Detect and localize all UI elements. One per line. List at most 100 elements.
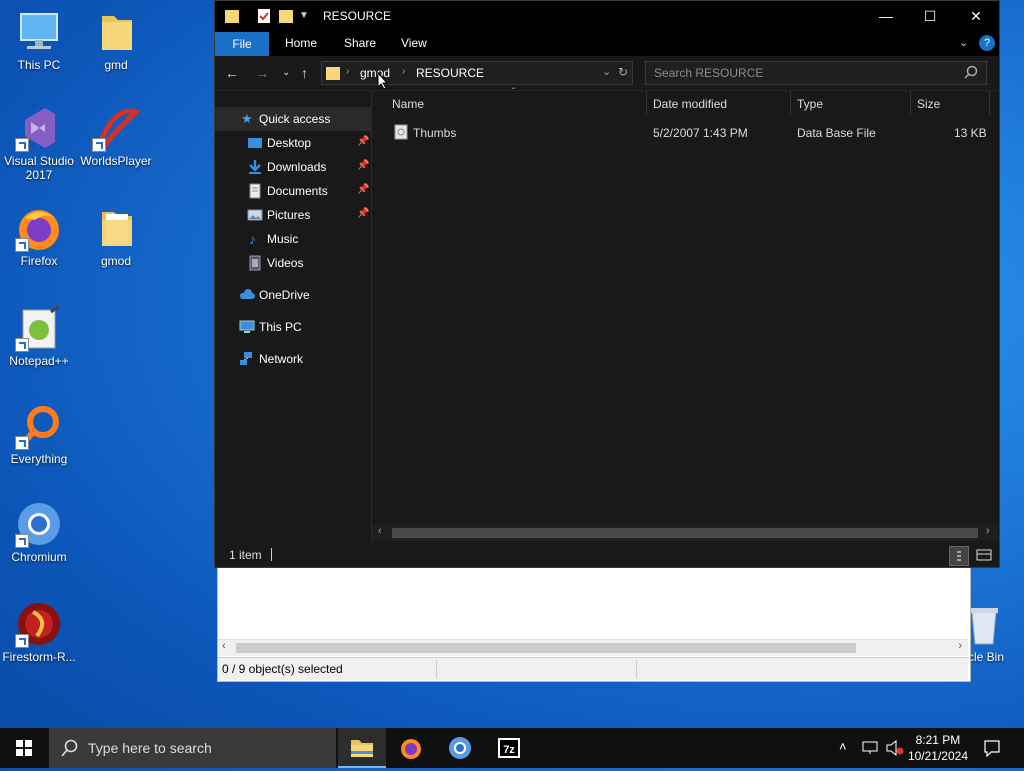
desktop-icon-notepadpp[interactable]: Notepad++	[0, 304, 78, 368]
refresh-icon[interactable]: ↻	[618, 65, 628, 79]
desktop-icon-gmod[interactable]: gmod	[77, 204, 155, 268]
expand-ribbon-icon[interactable]: ⌄	[959, 36, 968, 49]
maximize-button[interactable]: ☐	[907, 1, 953, 32]
forward-arrow-icon[interactable]: →	[255, 65, 269, 81]
large-icons-view-button[interactable]	[975, 546, 993, 564]
database-file-icon	[394, 124, 408, 143]
shortcut-arrow-icon	[15, 338, 29, 352]
chromium-icon	[15, 500, 63, 548]
customize-toolbar-icon[interactable]: ▼	[299, 10, 309, 21]
mouse-cursor-icon	[377, 72, 389, 90]
help-icon[interactable]: ?	[979, 35, 995, 51]
sidebar-item-documents[interactable]: Documents 📌	[215, 179, 371, 203]
sidebar-item-pictures[interactable]: Pictures 📌	[215, 203, 371, 227]
sidebar-item-downloads[interactable]: Downloads 📌	[215, 155, 371, 179]
column-header-name[interactable]: Name	[392, 97, 424, 111]
column-divider[interactable]	[790, 91, 791, 115]
breadcrumb-separator-icon[interactable]: ›	[402, 66, 405, 77]
title-bar[interactable]: ▼ RESOURCE — ☐ ✕	[215, 1, 999, 32]
notifications-icon[interactable]	[983, 739, 1001, 757]
ribbon-tabs: File Home Share View ⌄ ?	[215, 32, 999, 56]
taskbar-search-placeholder: Type here to search	[88, 740, 212, 756]
scroll-left-icon[interactable]: ‹	[222, 640, 226, 652]
scrollbar-thumb[interactable]	[392, 528, 978, 538]
new-folder-icon[interactable]	[279, 8, 293, 27]
shortcut-arrow-icon	[15, 138, 29, 152]
volume-muted-icon[interactable]	[886, 740, 904, 756]
scrollbar-thumb[interactable]	[236, 643, 856, 653]
desktop-icon-firefox[interactable]: Firefox	[0, 204, 78, 268]
minimize-button[interactable]: —	[863, 1, 909, 32]
column-divider[interactable]	[910, 91, 911, 115]
properties-icon[interactable]	[257, 8, 271, 27]
sidebar-item-quick-access[interactable]: ★ Quick access	[215, 107, 371, 131]
scroll-right-icon[interactable]: ›	[986, 525, 990, 537]
folder-icon	[326, 65, 340, 84]
column-header-size[interactable]: Size	[917, 97, 940, 111]
table-row[interactable]: Thumbs 5/2/2007 1:43 PM Data Base File 1…	[372, 121, 998, 145]
column-divider[interactable]	[646, 91, 647, 115]
search-box[interactable]: Search RESOURCE	[645, 61, 987, 85]
scroll-left-icon[interactable]: ‹	[378, 525, 382, 537]
background-window[interactable]: ‹ › 0 / 9 object(s) selected	[217, 560, 971, 682]
scroll-right-icon[interactable]: ›	[958, 640, 962, 652]
folder-icon	[225, 8, 239, 27]
taskbar-file-explorer[interactable]	[338, 728, 386, 768]
sidebar-item-network[interactable]: Network	[215, 347, 371, 371]
column-header-date[interactable]: Date modified	[653, 97, 727, 111]
taskbar: Type here to search 7z ˄ 8:21 PM 10/21/2…	[0, 728, 1024, 768]
address-dropdown-icon[interactable]: ⌄	[602, 65, 611, 78]
tab-home[interactable]: Home	[285, 36, 317, 50]
firefox-icon	[401, 739, 421, 759]
close-button[interactable]: ✕	[953, 1, 999, 32]
taskbar-7zip[interactable]: 7z	[485, 728, 533, 768]
desktop-icon-this-pc[interactable]: This PC	[0, 8, 78, 72]
column-header-type[interactable]: Type	[797, 97, 823, 111]
clock[interactable]: 8:21 PM 10/21/2024	[908, 732, 968, 764]
desktop-icon-firestorm[interactable]: Firestorm-R...	[0, 600, 78, 664]
search-placeholder: Search RESOURCE	[654, 66, 764, 80]
navigation-bar: ← → ⌄ ↑ › gmod › RESOURCE ⌄ ↻ Search RES…	[215, 56, 999, 91]
svg-text:7z: 7z	[503, 744, 515, 756]
column-divider[interactable]	[989, 91, 990, 115]
address-bar[interactable]: › gmod › RESOURCE ⌄ ↻	[321, 61, 633, 85]
desktop-icon-worldsplayer[interactable]: WorldsPlayer	[77, 104, 155, 168]
folder-icon	[92, 204, 140, 252]
sidebar-item-label: Quick access	[259, 112, 331, 126]
desktop-icon-visual-studio[interactable]: Visual Studio 2017	[0, 104, 78, 182]
desktop-icon-chromium[interactable]: Chromium	[0, 500, 78, 564]
sidebar-item-music[interactable]: ♪ Music	[215, 227, 371, 251]
folder-icon	[92, 8, 140, 56]
breadcrumb-resource[interactable]: RESOURCE	[416, 66, 484, 80]
start-button[interactable]	[0, 728, 49, 768]
taskbar-firefox[interactable]	[387, 728, 435, 768]
horizontal-scrollbar[interactable]: ‹ ›	[372, 525, 998, 541]
network-status-icon[interactable]	[862, 740, 880, 756]
breadcrumb-separator-icon[interactable]: ›	[346, 66, 349, 77]
desktop-icon-everything[interactable]: Everything	[0, 402, 78, 466]
taskbar-chromium[interactable]	[436, 728, 484, 768]
details-view-button[interactable]	[949, 546, 969, 566]
tab-file[interactable]: File	[215, 32, 269, 56]
taskbar-search-box[interactable]: Type here to search	[49, 728, 336, 768]
monitor-icon	[15, 8, 63, 56]
back-arrow-icon[interactable]: ←	[225, 65, 239, 81]
sidebar-item-label: Music	[267, 232, 299, 246]
worldsplayer-icon	[92, 104, 142, 152]
sidebar-item-videos[interactable]: Videos	[215, 251, 371, 275]
sidebar-item-onedrive[interactable]: OneDrive	[215, 283, 371, 307]
desktop-icon-gmd[interactable]: gmd	[77, 8, 155, 72]
up-arrow-icon[interactable]: ↑	[301, 65, 308, 81]
file-explorer-window[interactable]: ▼ RESOURCE — ☐ ✕ File Home Share View ⌄ …	[214, 0, 1000, 568]
sidebar-item-this-pc[interactable]: This PC	[215, 315, 371, 339]
tab-share[interactable]: Share	[344, 36, 376, 50]
sidebar-item-desktop[interactable]: Desktop 📌	[215, 131, 371, 155]
horizontal-scrollbar[interactable]: ‹ ›	[218, 639, 968, 656]
shortcut-arrow-icon	[15, 634, 29, 648]
file-list[interactable]: ˆ Name Date modified Type Size Thumbs 5/…	[372, 87, 998, 543]
tab-view[interactable]: View	[401, 36, 427, 50]
pin-icon: 📌	[357, 160, 370, 171]
recent-locations-icon[interactable]: ⌄	[282, 67, 290, 78]
show-hidden-icons-icon[interactable]: ˄	[839, 739, 847, 754]
seven-zip-icon: 7z	[498, 738, 520, 758]
